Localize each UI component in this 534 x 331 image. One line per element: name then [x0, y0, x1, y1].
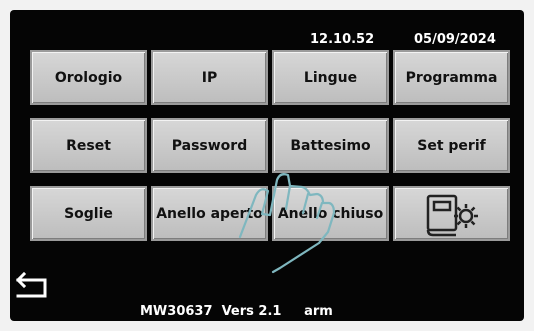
firmware-version: Vers 2.1 — [221, 304, 282, 319]
anello-chiuso-label: Anello chiuso — [277, 205, 384, 222]
battesimo-button[interactable]: Battesimo — [272, 118, 389, 173]
programma-label: Programma — [405, 69, 498, 86]
battesimo-label: Battesimo — [290, 137, 371, 154]
password-label: Password — [171, 137, 248, 154]
book-gear-icon — [426, 194, 478, 236]
anello-aperto-button[interactable]: Anello aperto — [151, 186, 268, 241]
device-bezel: 12.10.52 05/09/2024 Orologio IP Lingue P… — [0, 0, 534, 331]
orologio-label: Orologio — [54, 69, 123, 86]
model-number: MW30637 — [140, 304, 213, 319]
return-arrow-icon[interactable] — [12, 268, 52, 304]
reset-button[interactable]: Reset — [30, 118, 147, 173]
platform-label: arm — [304, 304, 333, 319]
manual-settings-button[interactable] — [393, 186, 510, 241]
password-button[interactable]: Password — [151, 118, 268, 173]
lingue-label: Lingue — [303, 69, 358, 86]
programma-button[interactable]: Programma — [393, 50, 510, 105]
device-info: MW30637 Vers 2.1 arm — [140, 304, 333, 319]
anello-aperto-label: Anello aperto — [156, 205, 263, 222]
set-perif-button[interactable]: Set perif — [393, 118, 510, 173]
set-perif-label: Set perif — [417, 137, 486, 154]
anello-chiuso-button[interactable]: Anello chiuso — [272, 186, 389, 241]
soglie-label: Soglie — [64, 205, 113, 222]
ip-label: IP — [201, 69, 218, 86]
orologio-button[interactable]: Orologio — [30, 50, 147, 105]
ip-button[interactable]: IP — [151, 50, 268, 105]
reset-label: Reset — [66, 137, 111, 154]
soglie-button[interactable]: Soglie — [30, 186, 147, 241]
touch-screen: 12.10.52 05/09/2024 Orologio IP Lingue P… — [10, 10, 524, 321]
clock-date: 05/09/2024 — [414, 32, 496, 47]
lingue-button[interactable]: Lingue — [272, 50, 389, 105]
clock-time: 12.10.52 — [310, 32, 375, 47]
